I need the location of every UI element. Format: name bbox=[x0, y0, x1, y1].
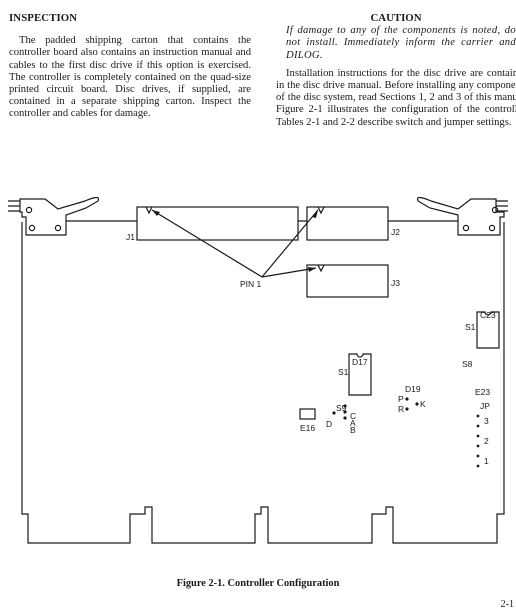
label-j2: J2 bbox=[391, 227, 400, 237]
label-jp-2: 2 bbox=[484, 436, 489, 446]
label-jp-3: 3 bbox=[484, 416, 489, 426]
label-c23: C23 bbox=[480, 310, 496, 320]
pin1-arrows bbox=[151, 209, 319, 278]
label-pin-b: B bbox=[350, 425, 356, 435]
installation-paragraph: Installation instructions for the disc d… bbox=[276, 67, 516, 128]
figure-caption: Figure 2-1. Controller Configuration bbox=[176, 578, 340, 589]
label-j3: J3 bbox=[391, 278, 400, 288]
caution-heading: CAUTION bbox=[370, 12, 422, 24]
label-c23-s1: S1 bbox=[465, 322, 476, 332]
page-number: 2-1 bbox=[500, 599, 514, 610]
label-jp-1: 1 bbox=[484, 456, 489, 466]
connector-j2 bbox=[306, 206, 389, 241]
label-d19-k: K bbox=[420, 399, 426, 409]
caution-text: If damage to any of the components is no… bbox=[286, 25, 516, 61]
label-d19-p: P bbox=[398, 394, 404, 404]
label-e23: E23 bbox=[475, 387, 490, 397]
connector-j3 bbox=[306, 264, 389, 298]
label-c23-s8: S8 bbox=[462, 359, 473, 369]
right-ejector-lever bbox=[416, 196, 508, 236]
label-pin-d: D bbox=[326, 419, 332, 429]
jumper-e16 bbox=[299, 408, 316, 420]
label-d17-s1: S1 bbox=[338, 367, 349, 377]
inspection-paragraph: The padded shipping carton that contains… bbox=[9, 35, 251, 120]
label-d17: D17 bbox=[352, 357, 368, 367]
caution-section: CAUTION If damage to any of the componen… bbox=[276, 12, 516, 129]
connector-j1 bbox=[136, 206, 299, 241]
label-d19-r: R bbox=[398, 404, 404, 414]
label-jp: JP bbox=[480, 401, 490, 411]
label-d19: D19 bbox=[405, 384, 421, 394]
label-j1: J1 bbox=[126, 232, 135, 242]
label-e16: E16 bbox=[300, 423, 315, 433]
inspection-section: INSPECTION The padded shipping carton th… bbox=[9, 12, 251, 121]
board-outline bbox=[21, 220, 505, 544]
controller-board-diagram: J1 J2 J3 PIN 1 C23 S1 S8 D17 S1 S9 C A B… bbox=[8, 196, 508, 544]
inspection-heading: INSPECTION bbox=[9, 12, 78, 24]
label-d17-s9: S9 bbox=[336, 403, 347, 413]
label-pin1: PIN 1 bbox=[240, 279, 262, 289]
